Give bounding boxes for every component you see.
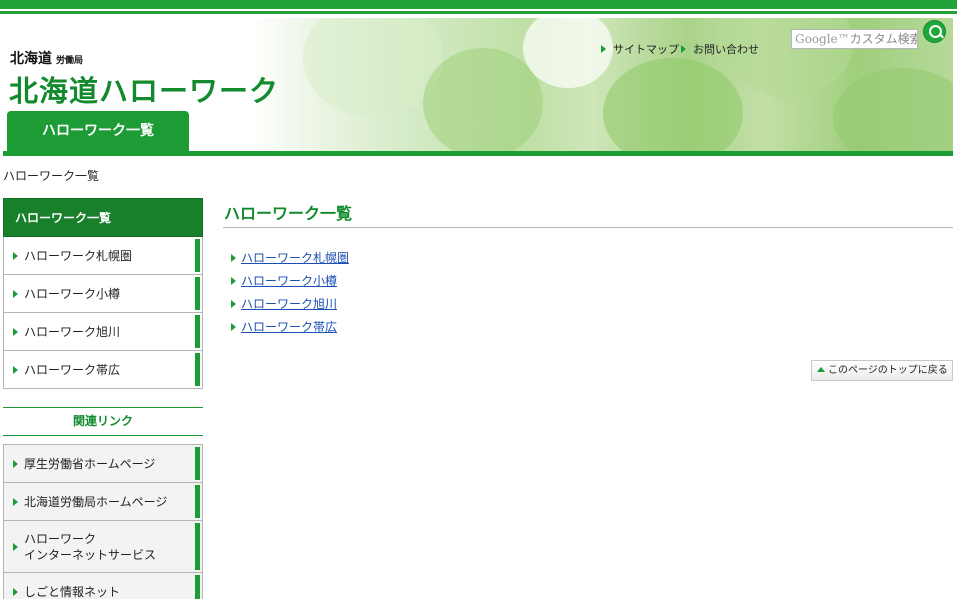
site-subtitle: 北海道 労働局 [10, 51, 84, 67]
site-title[interactable]: 北海道ハローワーク [9, 68, 279, 110]
link-otaru[interactable]: ハローワーク小樽 [241, 272, 337, 289]
related-links-heading: 関連リンク [3, 407, 203, 436]
arrow-right-icon [231, 322, 236, 331]
site-header: 北海道 労働局 北海道ハローワーク ハローワーク一覧 サイトマップ お問い合わせ … [3, 18, 953, 151]
tab-hellowork-list[interactable]: ハローワーク一覧 [7, 111, 189, 151]
related-links-menu: 厚生労働省ホームページ 北海道労働局ホームページ ハローワーク インターネットサー… [3, 444, 203, 599]
arrow-right-icon [231, 276, 236, 285]
foliage-decoration [423, 48, 543, 151]
list-item: ハローワーク札幌圏 [231, 246, 349, 269]
arrow-right-icon [231, 299, 236, 308]
foliage-decoration [833, 68, 953, 151]
search-input[interactable]: Google™カスタム検索 [791, 29, 918, 49]
sidebar-item-obihiro[interactable]: ハローワーク帯広 [3, 351, 203, 389]
sidebar-menu: ハローワーク一覧 ハローワーク札幌圏 ハローワーク小樽 ハローワーク旭川 ハロー… [3, 198, 203, 389]
link-asahikawa[interactable]: ハローワーク旭川 [241, 295, 337, 312]
back-to-top-button[interactable]: このページのトップに戻る [811, 360, 953, 381]
related-item-internet-service[interactable]: ハローワーク インターネットサービス [3, 521, 203, 573]
arrow-right-icon [13, 497, 18, 506]
list-item: ハローワーク帯広 [231, 315, 349, 338]
foliage-decoration [603, 58, 743, 151]
contact-link[interactable]: お問い合わせ [681, 41, 759, 57]
arrow-right-icon [13, 459, 18, 468]
sitemap-link[interactable]: サイトマップ [601, 41, 679, 57]
header-bottom-bar [3, 151, 953, 156]
page-title: ハローワーク一覧 [223, 200, 953, 228]
sidebar-item-asahikawa[interactable]: ハローワーク旭川 [3, 313, 203, 351]
sidebar-heading[interactable]: ハローワーク一覧 [3, 198, 203, 237]
arrow-right-icon [681, 45, 686, 53]
foliage-decoration [303, 18, 443, 118]
link-obihiro[interactable]: ハローワーク帯広 [241, 318, 337, 335]
arrow-right-icon [601, 45, 606, 53]
sidebar-item-sapporo[interactable]: ハローワーク札幌圏 [3, 237, 203, 275]
arrow-right-icon [13, 251, 18, 260]
link-sapporo[interactable]: ハローワーク札幌圏 [241, 249, 349, 266]
list-item: ハローワーク小樽 [231, 269, 349, 292]
list-item: ハローワーク旭川 [231, 292, 349, 315]
top-green-line [0, 11, 957, 14]
arrow-right-icon [231, 253, 236, 262]
hellowork-link-list: ハローワーク札幌圏 ハローワーク小樽 ハローワーク旭川 ハローワーク帯広 [231, 246, 349, 338]
arrow-up-icon [817, 367, 825, 372]
arrow-right-icon [13, 327, 18, 336]
arrow-right-icon [13, 289, 18, 298]
arrow-right-icon [13, 587, 18, 596]
related-item-mhlw[interactable]: 厚生労働省ホームページ [3, 445, 203, 483]
search-icon[interactable] [923, 20, 946, 43]
top-green-bar [0, 0, 957, 9]
sidebar-item-otaru[interactable]: ハローワーク小樽 [3, 275, 203, 313]
breadcrumb: ハローワーク一覧 [3, 169, 100, 183]
related-item-shigoto-net[interactable]: しごと情報ネット [3, 573, 203, 599]
related-item-hokkaido-labour[interactable]: 北海道労働局ホームページ [3, 483, 203, 521]
arrow-right-icon [13, 542, 18, 551]
arrow-right-icon [13, 365, 18, 374]
